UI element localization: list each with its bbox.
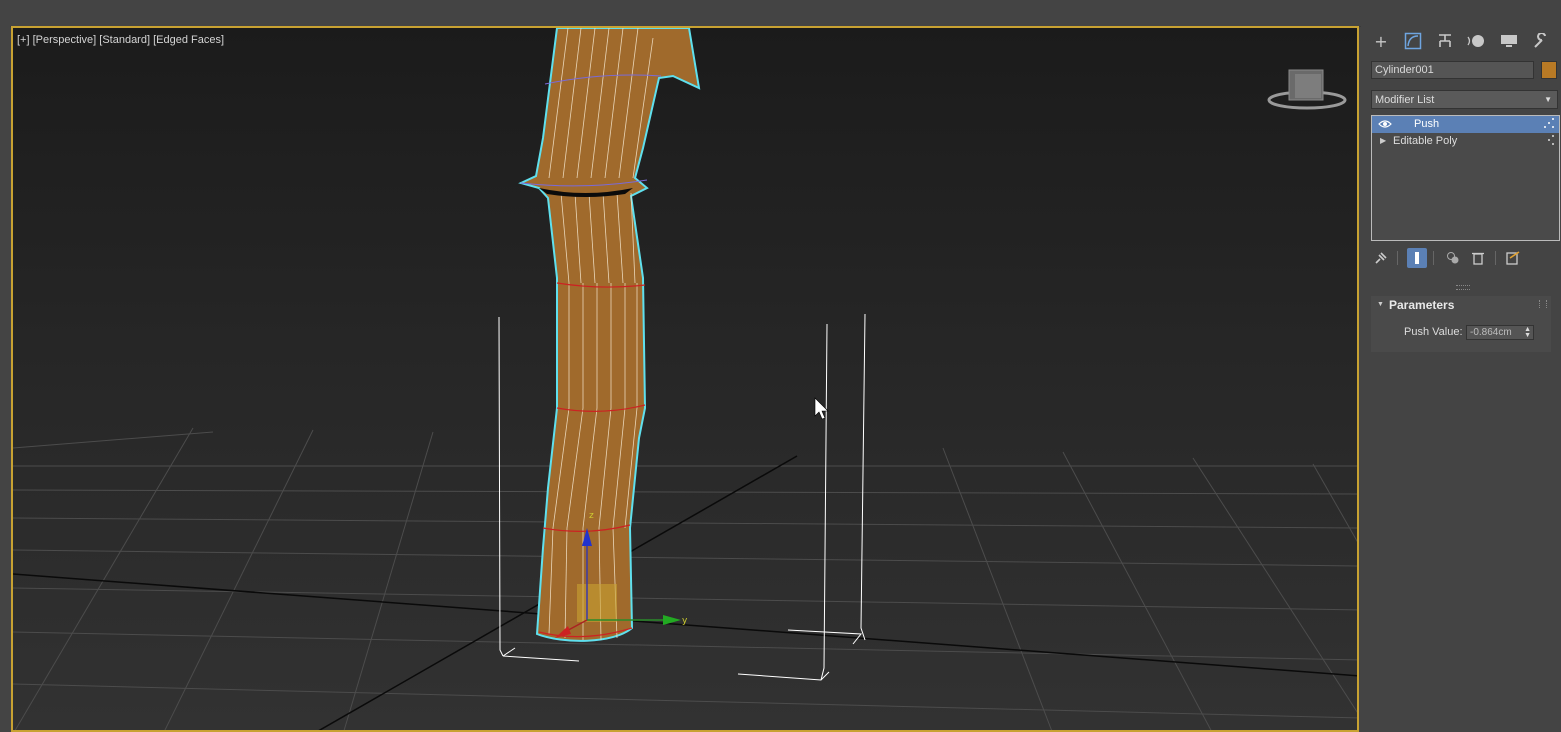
viewport-standard-menu[interactable]: [Standard] bbox=[99, 34, 150, 46]
expand-triangle-icon[interactable]: ▶ bbox=[1380, 136, 1386, 145]
left-toolbar-strip bbox=[0, 26, 10, 732]
collapse-triangle-icon: ▼ bbox=[1377, 301, 1384, 308]
configure-sets-icon[interactable] bbox=[1503, 248, 1523, 268]
viewport-shading-menu[interactable]: [Edged Faces] bbox=[153, 34, 224, 46]
stack-dots-icon bbox=[1543, 117, 1555, 131]
command-panel: + Cylinder001 Modifier List ▼ Push ▶ Edi… bbox=[1361, 26, 1561, 732]
parameters-rollout-header[interactable]: ▼ Parameters bbox=[1371, 296, 1551, 314]
cylinder-mesh[interactable] bbox=[518, 28, 701, 642]
wrench-icon[interactable] bbox=[1529, 30, 1553, 52]
modifier-list-dropdown[interactable]: Modifier List ▼ bbox=[1371, 90, 1558, 109]
modifier-stack[interactable]: Push ▶ Editable Poly bbox=[1371, 115, 1560, 241]
viewport-plus-menu[interactable]: [+] bbox=[17, 34, 30, 46]
parameters-rollout: ▼ Parameters Push Value: -0.864cm ▲ ▼ bbox=[1371, 296, 1551, 352]
spinner-arrows-icon[interactable]: ▲ ▼ bbox=[1524, 326, 1531, 339]
show-end-result-icon[interactable] bbox=[1407, 248, 1427, 268]
toolbar-divider bbox=[1397, 251, 1398, 265]
viewcube-icon[interactable] bbox=[1267, 69, 1347, 110]
push-value-text: -0.864cm bbox=[1470, 327, 1512, 338]
viewport-pov-menu[interactable]: [Perspective] bbox=[33, 34, 97, 46]
toolbar-divider bbox=[1495, 251, 1496, 265]
command-panel-tabs: + bbox=[1361, 26, 1561, 54]
stack-item-label: Editable Poly bbox=[1393, 135, 1458, 147]
stack-item-push[interactable]: Push bbox=[1372, 116, 1559, 133]
toolbar-divider bbox=[1433, 251, 1434, 265]
gizmo-z-label: z bbox=[589, 511, 594, 521]
rollout-grip-icon bbox=[1539, 300, 1547, 308]
eye-icon[interactable] bbox=[1378, 117, 1392, 131]
viewport-scene[interactable]: z y bbox=[13, 28, 1359, 732]
gizmo-y-label: y bbox=[682, 616, 688, 626]
rollout-title: Parameters bbox=[1389, 298, 1455, 312]
object-color-swatch[interactable] bbox=[1541, 61, 1557, 79]
home-grid bbox=[13, 427, 1357, 730]
stack-item-label: Push bbox=[1414, 118, 1440, 130]
push-value-label: Push Value: bbox=[1404, 326, 1463, 338]
top-toolbar-strip bbox=[0, 0, 1561, 27]
viewport-label-menu: [+] [Perspective] [Standard] [Edged Face… bbox=[17, 34, 224, 46]
object-name-field[interactable]: Cylinder001 bbox=[1371, 61, 1534, 79]
push-value-spinner[interactable]: -0.864cm ▲ ▼ bbox=[1466, 325, 1534, 340]
stack-item-editable-poly[interactable]: ▶ Editable Poly bbox=[1372, 133, 1559, 150]
stack-toolbar bbox=[1371, 248, 1556, 270]
chevron-down-icon: ▼ bbox=[1544, 95, 1552, 104]
modify-curve-icon[interactable] bbox=[1401, 30, 1425, 52]
display-monitor-icon[interactable] bbox=[1497, 30, 1521, 52]
motion-icon[interactable] bbox=[1465, 30, 1489, 52]
panel-grip[interactable] bbox=[1456, 285, 1470, 290]
hierarchy-icon[interactable] bbox=[1433, 30, 1457, 52]
trash-icon[interactable] bbox=[1468, 248, 1488, 268]
plus-icon[interactable]: + bbox=[1369, 30, 1393, 52]
make-unique-icon[interactable] bbox=[1443, 248, 1463, 268]
modifier-list-label: Modifier List bbox=[1375, 94, 1435, 106]
pin-stack-icon[interactable] bbox=[1371, 248, 1391, 268]
stack-dots-icon bbox=[1543, 134, 1555, 148]
perspective-viewport[interactable]: z y [+] [Perspective] [Standard] [Edged … bbox=[11, 26, 1359, 732]
